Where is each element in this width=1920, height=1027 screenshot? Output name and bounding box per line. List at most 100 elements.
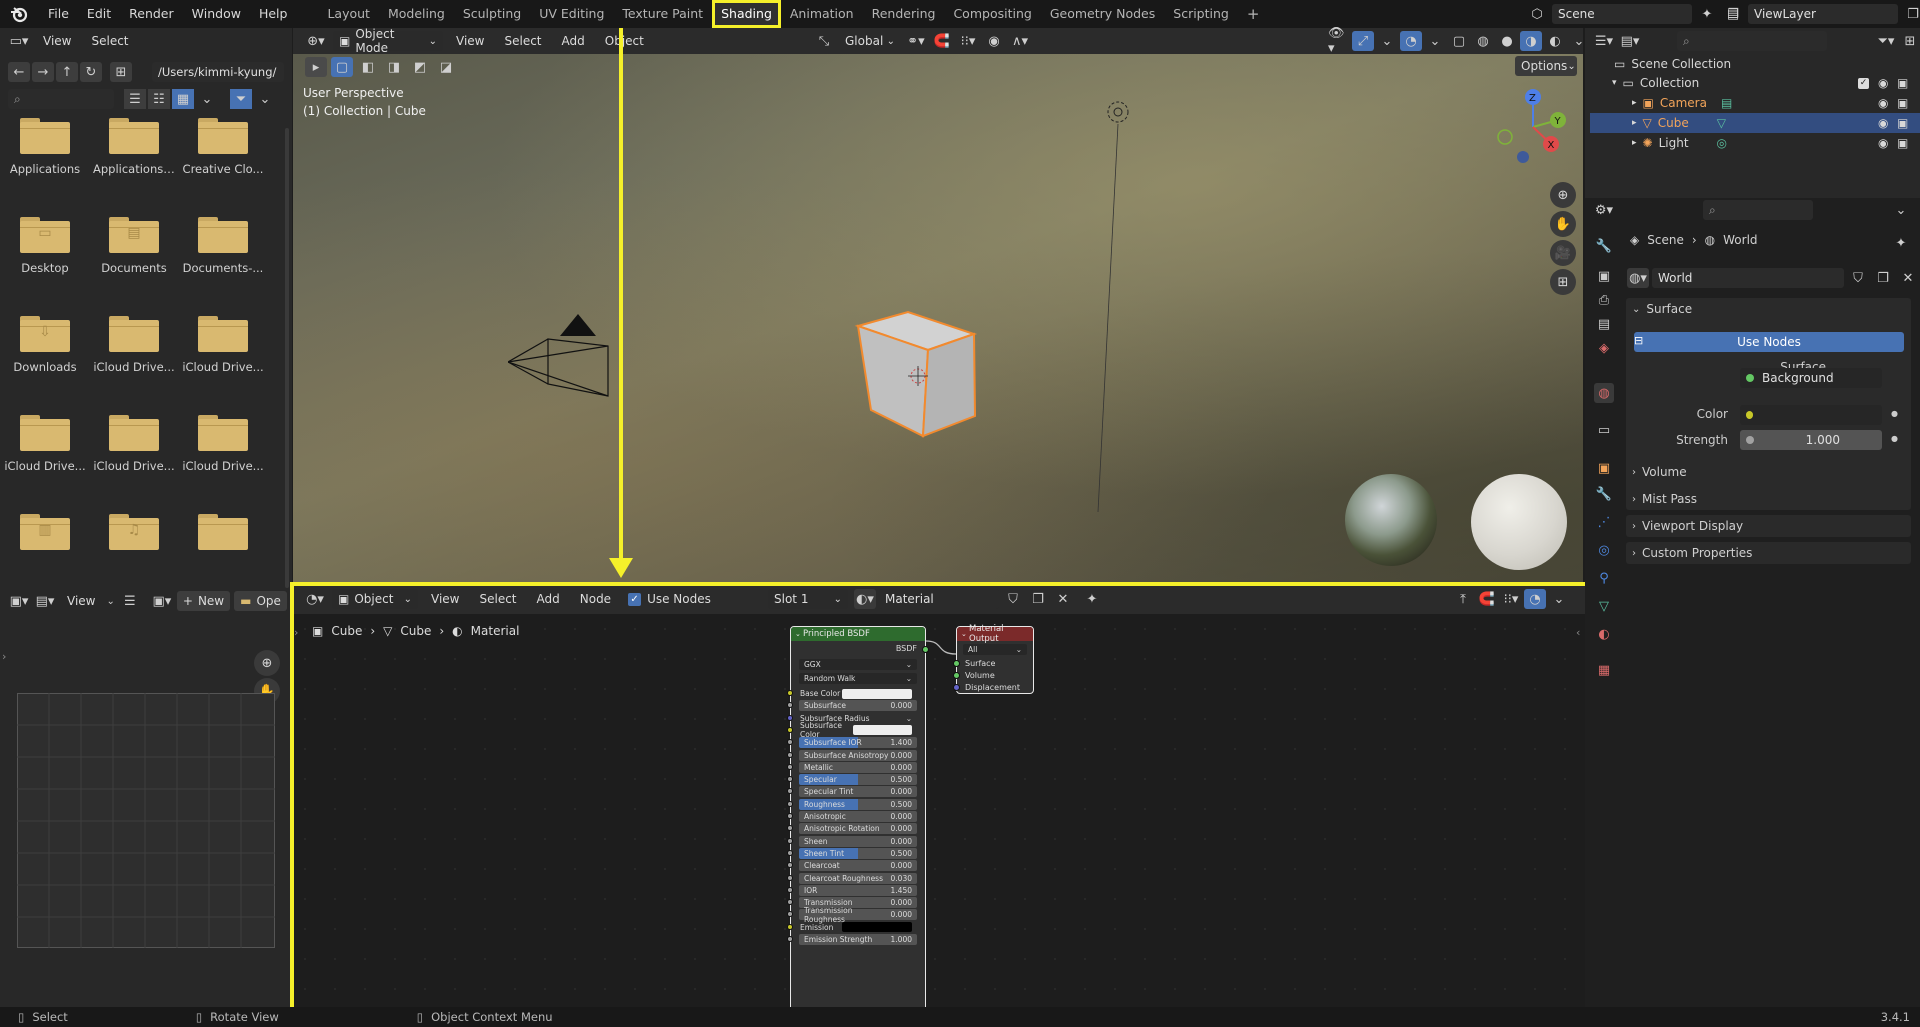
shader-type-dropdown[interactable]: ▣ Object ⌄	[332, 589, 418, 609]
node-input-socket[interactable]	[787, 726, 793, 733]
surface-input-socket[interactable]	[953, 660, 960, 667]
tab-modeling[interactable]: Modeling	[379, 0, 454, 28]
chevron-right-icon[interactable]: ▸	[1632, 98, 1637, 108]
node-input-row[interactable]: Subsurface Color	[795, 721, 917, 739]
snap-icon[interactable]: 🧲	[931, 31, 953, 51]
gizmo-icon[interactable]: ⤢	[1352, 31, 1374, 51]
select-new-icon[interactable]: ▢	[331, 57, 353, 77]
displacement-input-socket[interactable]	[953, 684, 960, 691]
snap-target-icon[interactable]: ⁝⁝▾	[1500, 589, 1522, 609]
file-item[interactable]: Documents-...	[182, 217, 264, 275]
copy-icon[interactable]: ❐	[1902, 4, 1920, 24]
zoom-icon[interactable]: ⊕	[1550, 182, 1576, 208]
editor-type-icon[interactable]: ☰▾	[1593, 31, 1615, 51]
close-icon[interactable]: ✕	[1897, 268, 1919, 288]
surface-panel-header[interactable]: ⌄ Surface	[1632, 302, 1692, 316]
world-name-field[interactable]: World	[1652, 268, 1844, 288]
camera-data-icon[interactable]: ▤	[1721, 96, 1732, 110]
file-item[interactable]: iCloud Drive...	[182, 316, 264, 374]
node-input-row[interactable]: Emission	[795, 922, 917, 933]
grid-view-icon[interactable]: ⊞	[1550, 269, 1576, 295]
file-menu-select[interactable]: Select	[84, 34, 135, 48]
mesh-data-icon[interactable]: ▽	[1717, 116, 1726, 130]
node-input-socket[interactable]	[787, 923, 793, 930]
camera-view-icon[interactable]: 🎥	[1550, 240, 1576, 266]
visibility-icon[interactable]: 👁▾	[1328, 26, 1350, 56]
modifier-tab-icon[interactable]: 🔧	[1594, 484, 1614, 504]
node-input-row[interactable]: Clearcoat 0.000	[799, 860, 917, 872]
outliner-item-cube[interactable]: ▸ ▽ Cube ▽ ◉ ▣	[1590, 113, 1920, 133]
filter-icon[interactable]: ⏷▾	[1875, 31, 1897, 51]
file-menu-view[interactable]: View	[36, 34, 78, 48]
panel-viewport-display[interactable]: › Viewport Display	[1626, 515, 1911, 537]
tab-animation[interactable]: Animation	[781, 0, 863, 28]
node-input-socket[interactable]	[787, 800, 793, 807]
refresh-icon[interactable]: ↻	[80, 62, 102, 82]
eye-icon[interactable]: ◉	[1878, 96, 1888, 110]
blender-logo-icon[interactable]	[9, 4, 29, 24]
tab-scripting[interactable]: Scripting	[1164, 0, 1238, 28]
physics-tab-icon[interactable]: ◎	[1594, 540, 1614, 560]
light-object[interactable]	[1093, 100, 1133, 520]
chevron-right-icon[interactable]: ▸	[1632, 118, 1637, 128]
color-swatch[interactable]	[842, 688, 912, 699]
node-input-row[interactable]: Emission Strength 1.000	[799, 934, 917, 945]
outliner-scene-collection[interactable]: ▭ Scene Collection	[1590, 54, 1920, 74]
chevron-down-icon[interactable]: ⌄	[254, 89, 276, 109]
principled-node-header[interactable]: ⌄ Principled BSDF	[791, 627, 925, 641]
options-dropdown[interactable]: Options ⌄	[1515, 56, 1577, 76]
menu-edit[interactable]: Edit	[78, 0, 120, 28]
node-input-row[interactable]: Subsurface Anisotropy 0.000	[799, 749, 917, 761]
image-browse-icon[interactable]: ▣▾	[151, 591, 173, 611]
color-swatch[interactable]	[842, 922, 912, 933]
add-workspace-button[interactable]: +	[1238, 0, 1269, 28]
output-node-header[interactable]: ⌄ Material Output	[957, 624, 1033, 644]
material-browse-icon[interactable]: ◐▾	[854, 589, 876, 609]
menu-file[interactable]: File	[39, 0, 78, 28]
overlay-icon[interactable]: ◔	[1524, 589, 1546, 609]
new-folder-icon[interactable]: ⊞	[110, 62, 132, 82]
node-input-socket[interactable]	[787, 825, 793, 832]
proportional-edit-icon[interactable]: ◉	[983, 31, 1005, 51]
panel-custom-properties[interactable]: › Custom Properties	[1626, 542, 1911, 564]
editor-type-icon[interactable]: ⚙▾	[1593, 200, 1615, 220]
file-item[interactable]: Creative Clo...	[182, 118, 264, 176]
new-collection-icon[interactable]: ⊞	[1899, 31, 1920, 51]
editor-type-icon[interactable]: ▭▾	[8, 31, 30, 51]
tab-geometry-nodes[interactable]: Geometry Nodes	[1041, 0, 1164, 28]
node-input-socket[interactable]	[787, 788, 793, 795]
node-input-row[interactable]: Metallic 0.000	[799, 761, 917, 773]
node-input-socket[interactable]	[787, 862, 793, 869]
editor-type-icon[interactable]: ⊕▾	[305, 31, 327, 51]
file-item[interactable]: iCloud Drive...	[4, 415, 86, 473]
subsurface-method-dropdown[interactable]: Random Walk ⌄	[799, 673, 917, 684]
menu-render[interactable]: Render	[120, 0, 183, 28]
material-output-node[interactable]: ⌄ Material Output All ⌄ Surface Volume D…	[953, 624, 1034, 694]
node-input-socket[interactable]	[787, 911, 793, 918]
image-menu-view[interactable]: View	[60, 594, 102, 608]
file-item[interactable]: ▤ Documents	[93, 217, 175, 275]
tab-layout[interactable]: Layout	[318, 0, 379, 28]
file-item[interactable]: Applications	[4, 118, 86, 176]
snap-target-icon[interactable]: ⁝⁝▾	[957, 31, 979, 51]
node-input-row[interactable]: Subsurface 0.000	[799, 700, 917, 712]
node-editor-canvas[interactable]: › ‹ ▣ Cube › ▽ Cube › ◐ Material ⌄ Princ…	[290, 614, 1606, 1011]
panel-mist-pass[interactable]: › Mist Pass	[1626, 488, 1911, 510]
principled-bsdf-node[interactable]: ⌄ Principled BSDF BSDF GGX ⌄ Random Walk…	[787, 626, 929, 1011]
close-icon[interactable]: ✕	[1052, 589, 1074, 609]
chevron-down-icon[interactable]: ⌄	[1376, 31, 1398, 51]
view-layer-tab-icon[interactable]: ▤	[1594, 314, 1614, 334]
collection-tab-icon[interactable]: ▭	[1594, 420, 1614, 440]
overlay-icon[interactable]: ◔	[1400, 31, 1422, 51]
falloff-icon[interactable]: ∧▾	[1009, 31, 1031, 51]
copy-icon[interactable]: ❐	[1027, 589, 1049, 609]
chevron-right-icon[interactable]: ▸	[1632, 138, 1637, 148]
orientation-dropdown[interactable]: Global ⌄	[839, 31, 901, 51]
pin-icon[interactable]: ✦	[1081, 589, 1103, 609]
select-extend-icon[interactable]: ◧	[357, 57, 379, 77]
outliner-search-input[interactable]: ⌕	[1677, 31, 1827, 51]
node-input-row[interactable]: Anisotropic Rotation 0.000	[799, 823, 917, 835]
color-swatch[interactable]	[1765, 408, 1876, 422]
panel-volume[interactable]: › Volume	[1626, 461, 1911, 483]
chevron-down-icon[interactable]: ⌄	[1890, 200, 1912, 220]
